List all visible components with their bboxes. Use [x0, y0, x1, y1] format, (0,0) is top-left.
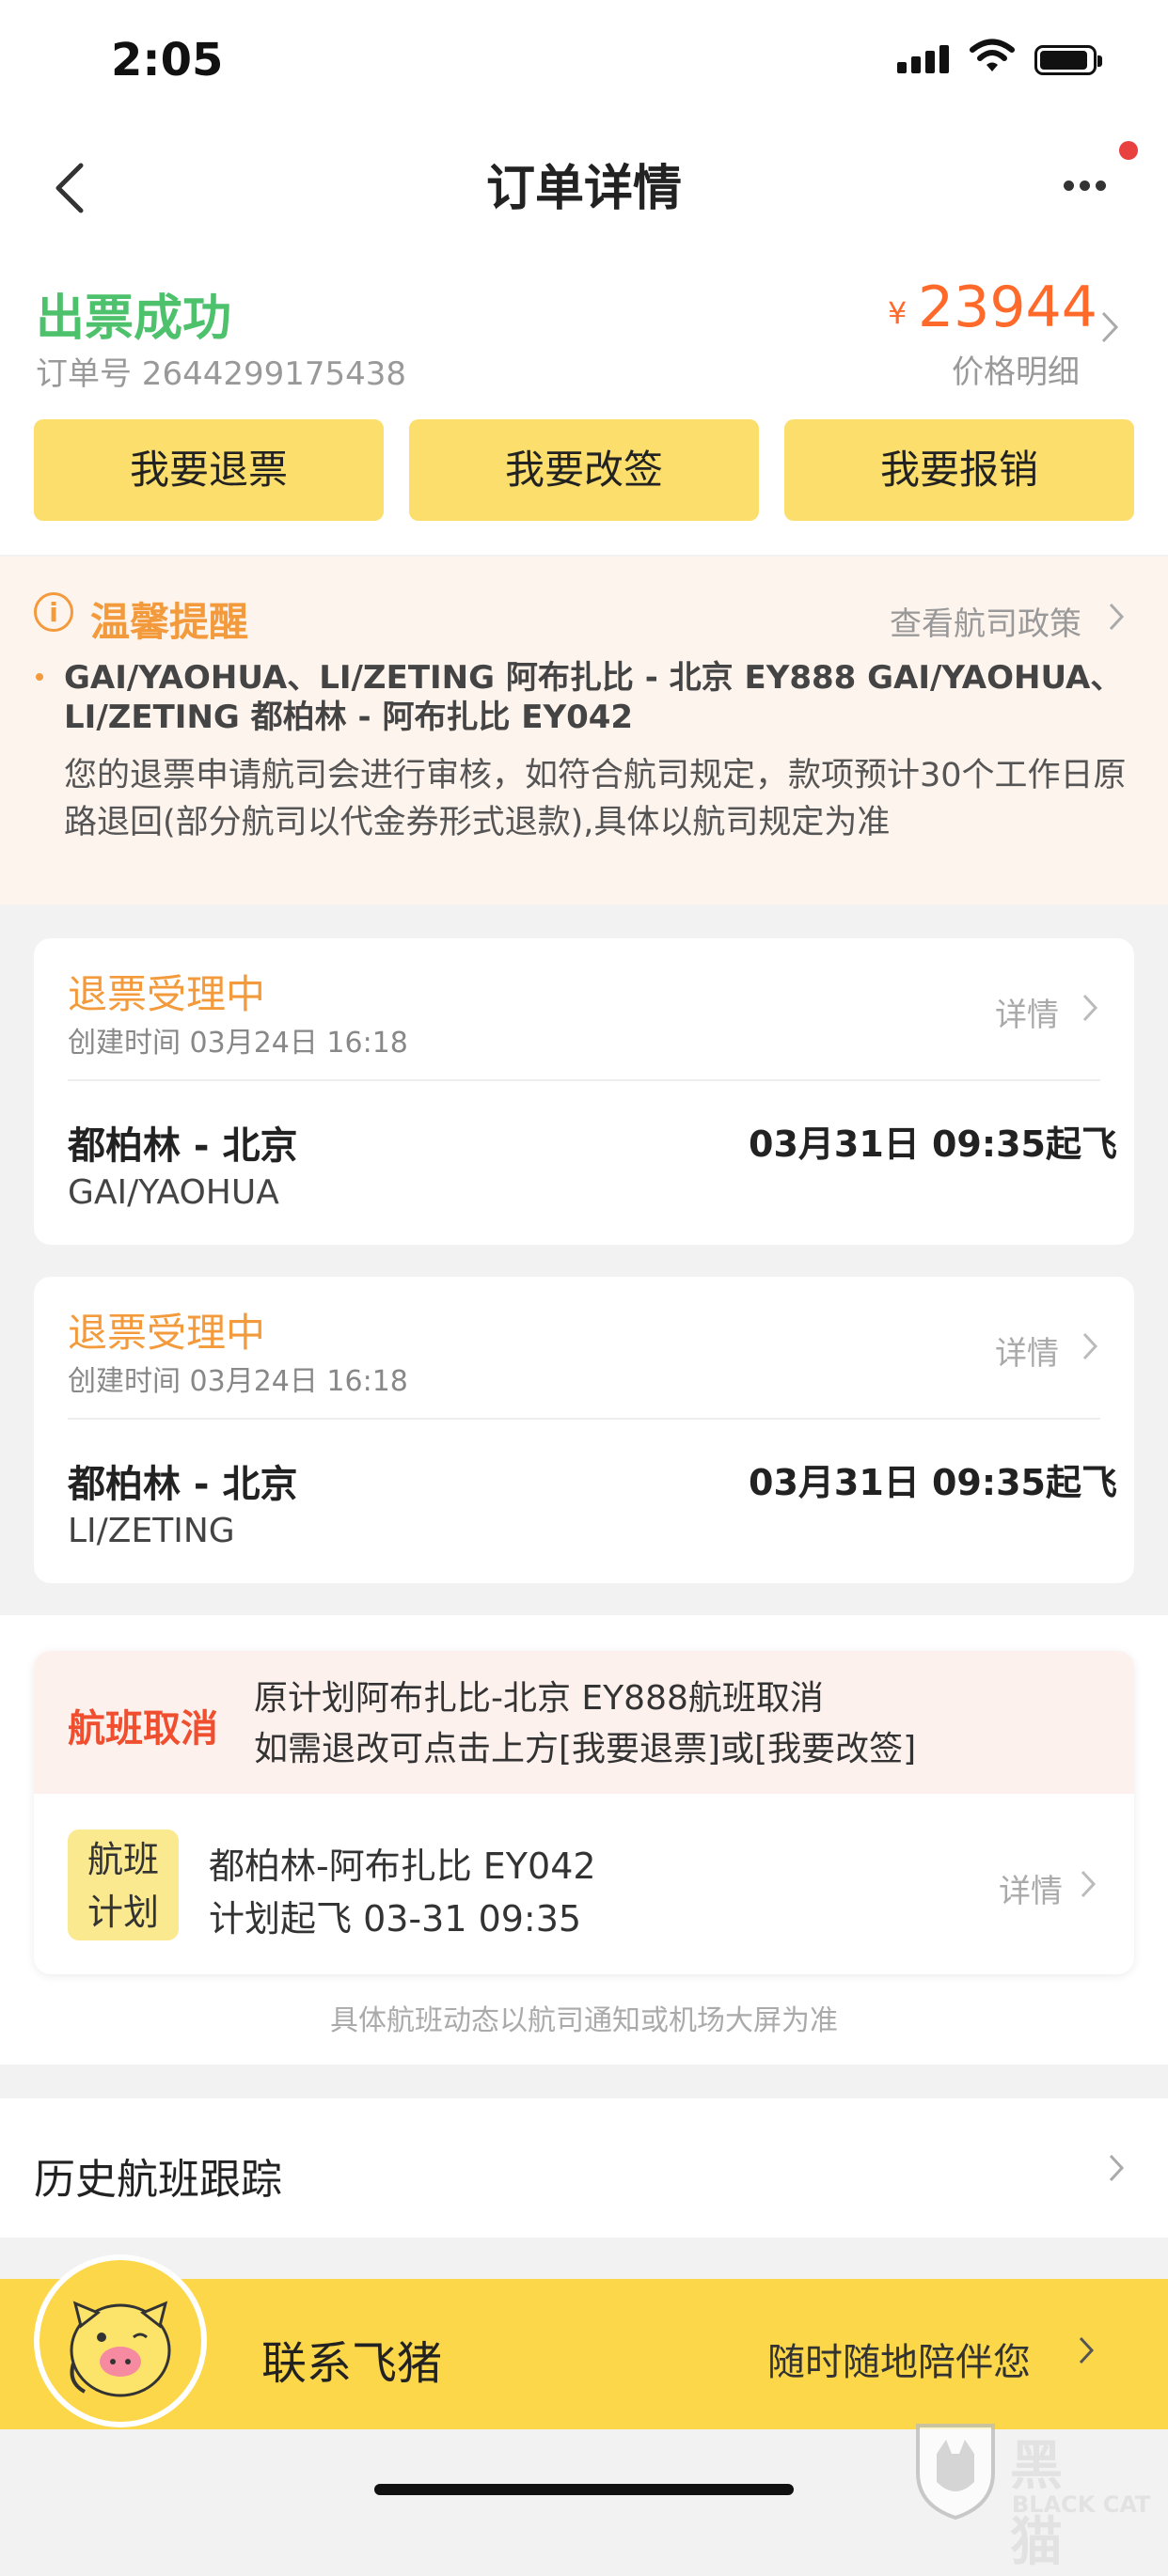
contact-label[interactable]: 联系飞猪	[261, 2326, 442, 2392]
refund-created-time: 创建时间 03月24日 16:18	[68, 1365, 408, 1398]
signal-icon	[897, 45, 954, 73]
airline-policy-link[interactable]: 查看航司政策	[890, 598, 1081, 644]
cancel-message: 原计划阿布扎比-北京 EY888航班取消 如需退改可点击上方[我要退票]或[我要…	[254, 1673, 1100, 1775]
reminder-text: 您的退票申请航司会进行审核，如符合航司规定，款项预计30个工作日原路退回(部分航…	[64, 757, 1127, 841]
status-time: 2:05	[111, 34, 224, 86]
chevron-right-icon[interactable]	[1108, 602, 1125, 632]
currency-symbol: ¥	[888, 295, 908, 331]
order-number: 订单号 2644299175438	[36, 355, 407, 393]
refund-button[interactable]: 我要退票	[34, 419, 384, 521]
info-icon: i	[34, 592, 73, 632]
battery-icon	[1034, 45, 1102, 75]
chevron-right-icon[interactable]	[1081, 993, 1098, 1023]
divider	[68, 1079, 1100, 1081]
reminder-flights: GAI/YAOHUA、LI/ZETING 阿布扎比 - 北京 EY888 GAI…	[64, 659, 1123, 736]
cancel-line-1: 原计划阿布扎比-北京 EY888航班取消	[254, 1679, 824, 1718]
reimburse-button[interactable]: 我要报销	[784, 419, 1134, 521]
refund-created-time: 创建时间 03月24日 16:18	[68, 1027, 408, 1060]
refund-passenger: LI/ZETING	[68, 1512, 235, 1550]
notification-dot	[1119, 141, 1138, 160]
bullet-dot	[36, 673, 43, 681]
chevron-right-icon[interactable]	[1078, 2335, 1095, 2365]
flight-status-note: 具体航班动态以航司通知或机场大屏为准	[330, 2004, 838, 2037]
plan-route: 都柏林-阿布扎比 EY042	[209, 1846, 596, 1887]
page-title: 订单详情	[485, 161, 682, 217]
plan-detail-link[interactable]: 详情	[999, 1865, 1063, 1911]
order-status: 出票成功	[36, 291, 232, 347]
cancel-line-2: 如需退改可点击上方[我要退票]或[我要改签]	[254, 1730, 917, 1768]
history-label[interactable]: 历史航班跟踪	[34, 2145, 282, 2206]
shield-cat-icon	[916, 2424, 995, 2521]
plan-time: 计划起飞 03-31 09:35	[209, 1898, 582, 1940]
refund-status: 退票受理中	[68, 971, 266, 1017]
refund-route: 都柏林 - 北京	[68, 1124, 298, 1168]
refund-status: 退票受理中	[68, 1310, 266, 1356]
flight-plan-tag: 航班 计划	[68, 1830, 179, 1940]
change-button[interactable]: 我要改签	[409, 419, 759, 521]
refund-route: 都柏林 - 北京	[68, 1463, 298, 1506]
chevron-right-icon[interactable]	[1108, 2153, 1125, 2183]
cancel-tag: 航班取消	[68, 1707, 218, 1751]
pig-mascot-icon	[70, 2301, 171, 2397]
refund-passenger: GAI/YAOHUA	[68, 1173, 279, 1212]
mascot-avatar[interactable]	[34, 2254, 207, 2427]
contact-subtitle[interactable]: 随时随地陪伴您	[767, 2332, 1031, 2386]
refund-detail-link[interactable]: 详情	[995, 989, 1059, 1035]
order-price[interactable]: 23944	[918, 275, 1097, 340]
more-icon[interactable]	[1061, 165, 1121, 207]
reminder-title: 温馨提醒	[90, 599, 249, 645]
refund-detail-link[interactable]: 详情	[995, 1327, 1059, 1374]
black-cat-watermark: 黑猫 BLACK CAT	[908, 2416, 1150, 2573]
plan-tag-line-2: 计划	[87, 1892, 159, 1933]
plan-tag-line-1: 航班	[87, 1839, 159, 1880]
chevron-right-icon[interactable]	[1081, 1331, 1098, 1361]
wifi-icon	[970, 39, 1015, 71]
refund-departure: 03月31日 09:35起飞	[749, 1123, 1117, 1165]
watermark-en: BLACK CAT	[1012, 2491, 1151, 2518]
chevron-right-icon[interactable]	[1080, 1869, 1097, 1899]
divider	[68, 1418, 1100, 1420]
home-indicator	[374, 2484, 794, 2495]
chevron-right-icon[interactable]	[1100, 310, 1119, 344]
refund-departure: 03月31日 09:35起飞	[749, 1462, 1117, 1503]
price-detail-link[interactable]: 价格明细	[952, 346, 1080, 392]
